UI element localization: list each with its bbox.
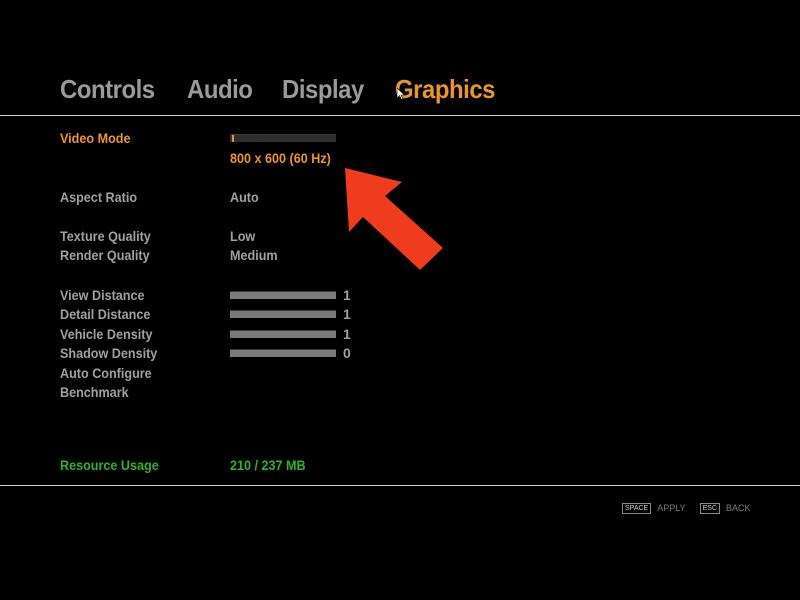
shadow-density-slider-fill xyxy=(230,350,336,357)
apply-button[interactable]: APPLY xyxy=(657,503,685,513)
annotation-arrow-icon xyxy=(345,168,443,270)
shadow-density-row[interactable]: Shadow Density 0 xyxy=(60,344,460,362)
resource-usage-row: Resource Usage 210 / 237 MB xyxy=(60,456,460,474)
bottom-divider xyxy=(0,485,800,486)
graphics-settings-screen: Controls Audio Display Graphics Video Mo… xyxy=(0,0,800,600)
render-quality-value[interactable]: Medium xyxy=(230,246,278,264)
detail-distance-value: 1 xyxy=(343,306,351,322)
texture-quality-label: Texture Quality xyxy=(60,228,151,244)
tab-display[interactable]: Display xyxy=(282,72,364,106)
aspect-ratio-label: Aspect Ratio xyxy=(60,189,138,205)
render-quality-label: Render Quality xyxy=(60,247,150,263)
auto-configure-row[interactable]: Auto Configure xyxy=(60,364,460,382)
view-distance-label: View Distance xyxy=(60,287,145,303)
texture-quality-value[interactable]: Low xyxy=(230,227,255,245)
video-mode-value[interactable]: 800 x 600 (60 Hz) xyxy=(230,149,331,167)
vehicle-density-label: Vehicle Density xyxy=(60,326,153,342)
view-distance-value: 1 xyxy=(343,287,351,303)
tab-graphics[interactable]: Graphics xyxy=(395,72,495,106)
tab-controls[interactable]: Controls xyxy=(60,72,155,106)
settings-tabs: Controls Audio Display Graphics xyxy=(60,70,528,106)
vehicle-density-value: 1 xyxy=(343,326,351,342)
aspect-ratio-value[interactable]: Auto xyxy=(230,188,259,206)
top-divider xyxy=(0,115,800,116)
vehicle-density-row[interactable]: Vehicle Density 1 xyxy=(60,325,460,343)
shadow-density-value: 0 xyxy=(343,345,351,361)
resource-usage-value: 210 / 237 MB xyxy=(230,457,306,473)
benchmark-button[interactable]: Benchmark xyxy=(60,383,129,401)
esc-key-badge: ESC xyxy=(699,502,720,514)
benchmark-row[interactable]: Benchmark xyxy=(60,383,460,401)
video-mode-row[interactable]: Video Mode xyxy=(60,129,460,147)
shadow-density-slider[interactable] xyxy=(230,349,336,357)
mouse-cursor-icon xyxy=(397,88,405,100)
resource-usage-label: Resource Usage xyxy=(60,457,159,473)
vehicle-density-slider[interactable] xyxy=(230,330,336,338)
detail-distance-row[interactable]: Detail Distance 1 xyxy=(60,305,460,323)
video-mode-slider[interactable] xyxy=(230,134,336,142)
vehicle-density-slider-fill xyxy=(230,331,336,338)
detail-distance-slider[interactable] xyxy=(230,310,336,318)
space-key-badge: SPACE xyxy=(622,502,652,514)
view-distance-row[interactable]: View Distance 1 xyxy=(60,286,460,304)
view-distance-slider[interactable] xyxy=(230,291,336,299)
view-distance-slider-fill xyxy=(230,292,336,299)
auto-configure-button[interactable]: Auto Configure xyxy=(60,364,152,382)
back-button[interactable]: BACK xyxy=(726,503,751,513)
detail-distance-label: Detail Distance xyxy=(60,306,151,322)
shadow-density-label: Shadow Density xyxy=(60,345,158,361)
tab-audio[interactable]: Audio xyxy=(187,72,253,106)
footer-hints: SPACE APPLY ESC BACK xyxy=(622,502,765,514)
detail-distance-slider-fill xyxy=(230,311,336,318)
video-mode-slider-knob[interactable] xyxy=(232,135,235,142)
video-mode-label: Video Mode xyxy=(60,130,131,146)
